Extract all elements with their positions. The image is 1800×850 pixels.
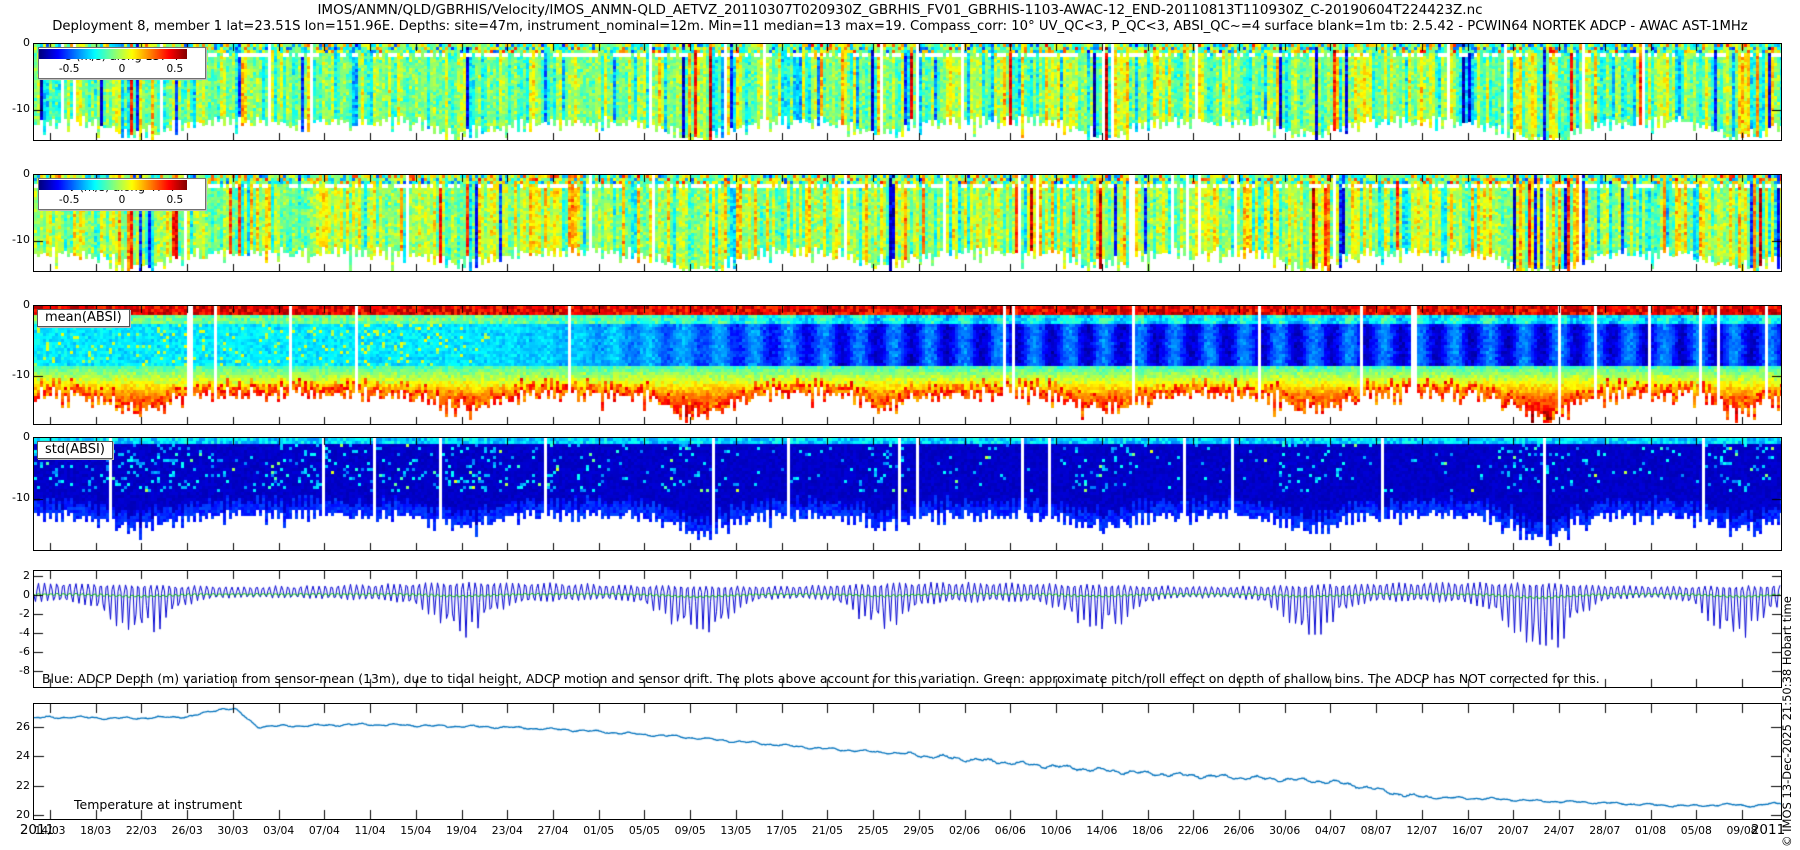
x-date-label: 10/06	[1034, 824, 1078, 837]
x-date-label: 04/07	[1308, 824, 1352, 837]
x-date-label: 23/04	[485, 824, 529, 837]
x-date-label: 27/04	[531, 824, 575, 837]
y-tick-label: 2	[4, 569, 30, 583]
std-absi-label: std(ABSI)	[37, 441, 113, 459]
y-tick-label: -10	[4, 491, 30, 505]
colorbar-tick-label: 0	[119, 194, 126, 206]
y-tick-label: -10	[4, 368, 30, 382]
std-absi-heatmap	[34, 438, 1781, 550]
depth-variation-lines	[34, 571, 1781, 687]
figure-root: IMOS/ANMN/QLD/GBRHIS/Velocity/IMOS_ANMN-…	[0, 0, 1800, 850]
x-date-label: 18/03	[74, 824, 118, 837]
panel-depth-variation: Blue: ADCP Depth (m) variation from sens…	[33, 570, 1782, 688]
panel-u-velocity: U (m/s) along 137°T -0.500.5	[33, 43, 1782, 141]
colorbar-tick-label: -0.5	[59, 63, 80, 75]
x-date-label: 17/05	[760, 824, 804, 837]
x-date-label: 21/05	[805, 824, 849, 837]
x-date-label: 03/04	[257, 824, 301, 837]
x-date-label: 30/06	[1263, 824, 1307, 837]
panel-temperature: Temperature at instrument	[33, 703, 1782, 820]
mean-absi-label: mean(ABSI)	[37, 309, 130, 327]
y-tick-label: 24	[4, 749, 30, 763]
colorbar-tick-label: 0.5	[166, 63, 183, 75]
colorbar-tick-label: 0	[119, 63, 126, 75]
x-date-label: 18/06	[1126, 824, 1170, 837]
v-colorbar-jet	[39, 180, 187, 190]
y-tick-label: 0	[4, 167, 30, 181]
figure-subtitle-deployment: Deployment 8, member 1 lat=23.51S lon=15…	[0, 19, 1800, 34]
x-date-label: 20/07	[1491, 824, 1535, 837]
x-date-label: 08/07	[1354, 824, 1398, 837]
panel-v-velocity: V (m/s) along 47°T -0.500.5	[33, 174, 1782, 272]
x-date-label: 16/07	[1446, 824, 1490, 837]
y-tick-label: 20	[4, 808, 30, 822]
y-tick-label: -4	[4, 626, 30, 640]
x-date-label: 26/03	[165, 824, 209, 837]
x-date-label: 01/05	[577, 824, 621, 837]
x-date-label: 15/04	[394, 824, 438, 837]
x-date-label: 29/05	[897, 824, 941, 837]
imos-copyright-vertical: © IMOS 13-Dec-2025 21:50:38 Hobart time	[1780, 596, 1794, 847]
figure-title-filename: IMOS/ANMN/QLD/GBRHIS/Velocity/IMOS_ANMN-…	[0, 2, 1800, 18]
y-tick-label: 0	[4, 36, 30, 50]
x-axis-year-left: 2011	[17, 822, 57, 838]
y-tick-label: -10	[4, 102, 30, 116]
u-colorbar-legend: U (m/s) along 137°T -0.500.5	[38, 47, 206, 79]
v-colorbar-ticks: -0.5 0 0.5	[39, 194, 205, 209]
x-date-label: 11/04	[348, 824, 392, 837]
x-date-label: 12/07	[1400, 824, 1444, 837]
x-date-label: 05/08	[1674, 824, 1718, 837]
temperature-label: Temperature at instrument	[74, 797, 242, 812]
x-date-label: 24/07	[1537, 824, 1581, 837]
x-date-label: 09/05	[668, 824, 712, 837]
depth-variation-caption: Blue: ADCP Depth (m) variation from sens…	[42, 671, 1600, 686]
x-date-label: 25/05	[851, 824, 895, 837]
y-tick-label: 22	[4, 779, 30, 793]
x-date-label: 14/06	[1080, 824, 1124, 837]
v-colorbar-legend: V (m/s) along 47°T -0.500.5	[38, 178, 206, 210]
y-tick-label: 0	[4, 430, 30, 444]
x-date-label: 28/07	[1583, 824, 1627, 837]
u-colorbar-jet	[39, 49, 187, 59]
x-date-label: 22/06	[1171, 824, 1215, 837]
y-tick-label: -2	[4, 607, 30, 621]
x-date-label: 22/03	[119, 824, 163, 837]
x-date-label: 19/04	[440, 824, 484, 837]
x-date-label: 07/04	[302, 824, 346, 837]
x-date-label: 06/06	[988, 824, 1032, 837]
x-date-label: 30/03	[211, 824, 255, 837]
panel-std-absi: std(ABSI)	[33, 437, 1782, 551]
x-date-label: 02/06	[943, 824, 987, 837]
x-date-label: 05/05	[622, 824, 666, 837]
y-tick-label: 0	[4, 588, 30, 602]
panel-mean-absi: mean(ABSI)	[33, 305, 1782, 425]
y-tick-label: -10	[4, 233, 30, 247]
u-colorbar-ticks: -0.5 0 0.5	[39, 63, 205, 78]
y-tick-label: -8	[4, 664, 30, 678]
y-tick-label: 0	[4, 298, 30, 312]
x-date-label: 13/05	[714, 824, 758, 837]
x-date-label: 26/06	[1217, 824, 1261, 837]
mean-absi-heatmap	[34, 306, 1781, 424]
y-tick-label: -6	[4, 645, 30, 659]
temperature-line	[34, 704, 1781, 819]
colorbar-tick-label: 0.5	[166, 194, 183, 206]
colorbar-tick-label: -0.5	[59, 194, 80, 206]
u-velocity-heatmap	[34, 44, 1781, 140]
x-date-label: 01/08	[1629, 824, 1673, 837]
y-tick-label: 26	[4, 720, 30, 734]
v-velocity-heatmap	[34, 175, 1781, 271]
